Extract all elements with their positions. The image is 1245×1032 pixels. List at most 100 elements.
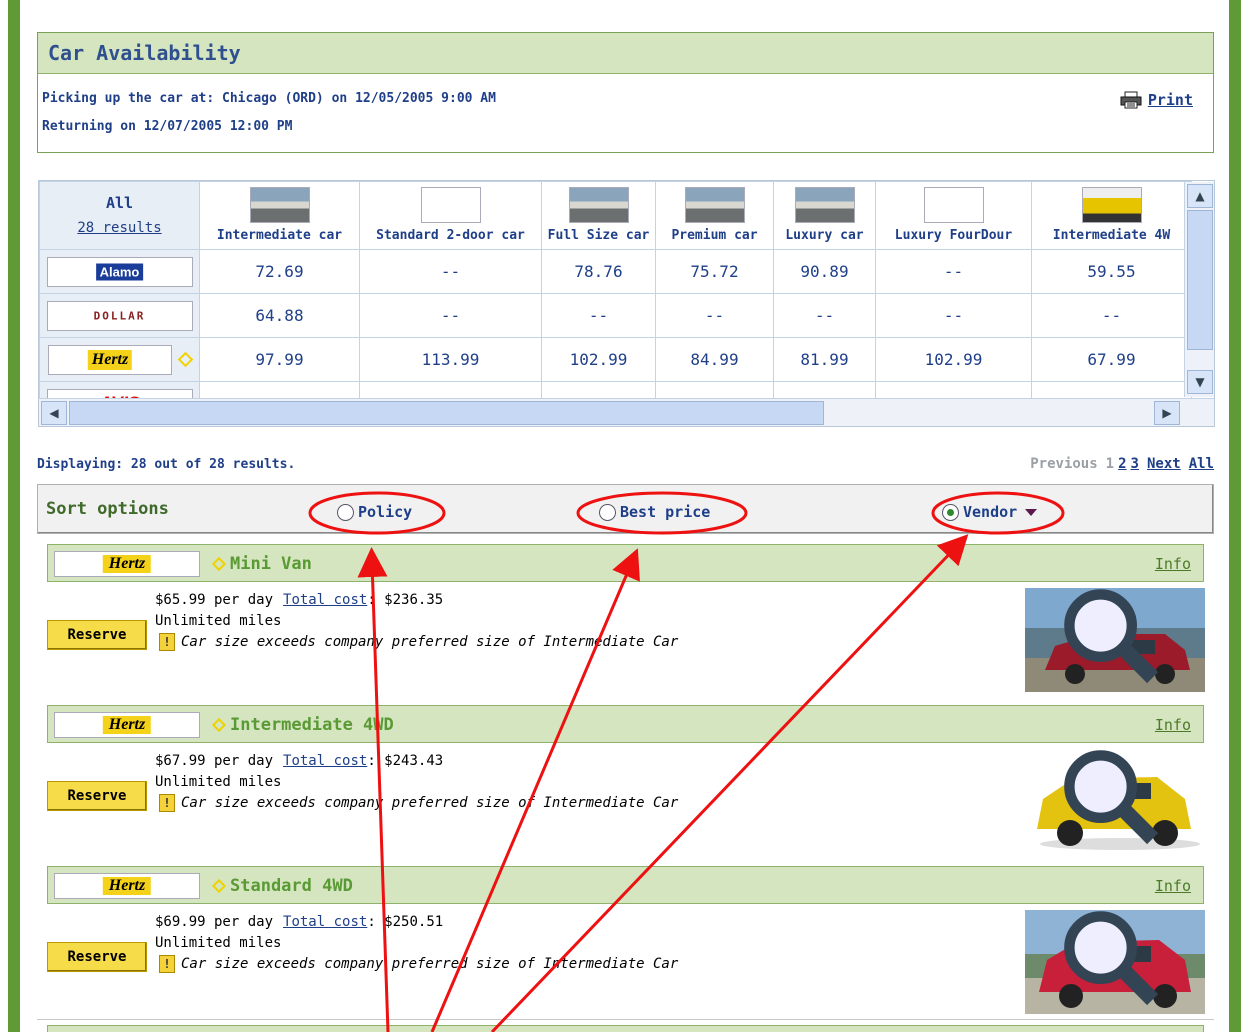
zoom-icon[interactable] (1025, 588, 1201, 688)
sort-vendor-option[interactable]: Vendor (942, 503, 1038, 521)
sort-best-price-option[interactable]: Best price (599, 503, 710, 521)
car-class-name: Intermediate 4WD (211, 715, 394, 735)
total-cost-link[interactable]: Total cost (283, 753, 367, 769)
print-label: Print (1147, 91, 1193, 109)
price-cell: -- (875, 293, 1032, 338)
return-info: Returning on 12/07/2005 12:00 PM (42, 119, 293, 134)
price-cell[interactable]: 97.99 (199, 337, 360, 382)
radio-icon[interactable] (337, 503, 354, 521)
price-cell: -- (359, 293, 542, 338)
car-class-label: Mini Van (230, 554, 312, 574)
radio-icon[interactable] (599, 503, 616, 521)
price-cell[interactable]: 78.76 (541, 249, 656, 294)
next-link[interactable]: Next (1147, 456, 1181, 472)
caret-down-icon[interactable] (1025, 508, 1038, 516)
price-line: $69.99 per day Total cost: $250.51 (155, 914, 443, 930)
all-results-cell[interactable]: All 28 results (39, 181, 200, 250)
column-header[interactable]: Intermediate car (199, 181, 360, 250)
mileage-text: Unlimited miles (155, 774, 282, 790)
scroll-right-arrow-icon[interactable]: ▶ (1154, 401, 1180, 425)
column-label: Luxury FourDour (894, 228, 1013, 243)
price-cell[interactable]: 102.99 (875, 337, 1032, 382)
vertical-scrollbar[interactable]: ▲ ▼ (1184, 182, 1214, 397)
price-cell[interactable]: 84.99 (655, 337, 774, 382)
scroll-down-arrow-icon[interactable]: ▼ (1187, 370, 1213, 394)
price-cell[interactable]: 67.99 (1031, 337, 1192, 382)
vendor-logo-cell[interactable]: Alamo (39, 249, 200, 294)
price-cell: -- (1031, 293, 1192, 338)
warning-text: Car size exceeds company preferred size … (181, 634, 679, 650)
all-label: All (105, 194, 134, 212)
reserve-button[interactable]: Reserve (47, 942, 147, 972)
sort-policy-option[interactable]: Policy (337, 503, 412, 521)
price-matrix: All 28 results Intermediate car Standard… (39, 181, 1192, 426)
policy-warning: ! Car size exceeds company preferred size… (159, 794, 678, 812)
car-photo[interactable] (1025, 910, 1205, 1014)
car-thumbnail (684, 187, 745, 223)
vertical-scroll-thumb[interactable] (1187, 210, 1213, 350)
price-cell[interactable]: 81.99 (773, 337, 876, 382)
radio-icon[interactable] (942, 503, 959, 521)
all-results-link[interactable]: 28 results (40, 220, 199, 236)
car-photo[interactable] (1025, 588, 1205, 692)
card-header: Hertz Standard 4WD Info (47, 866, 1204, 904)
next-card-header-partial (47, 1025, 1204, 1032)
vendor-logo-text: Alamo (95, 263, 144, 280)
option-label: Policy (358, 503, 413, 521)
price-cell[interactable]: 90.89 (773, 249, 876, 294)
column-label: Intermediate 4W (1052, 228, 1171, 243)
previous-link: Previous (1030, 456, 1098, 472)
price-cell[interactable]: 113.99 (359, 337, 542, 382)
car-thumbnail (1081, 187, 1142, 223)
vendor-class-grid: All 28 results Intermediate car Standard… (38, 180, 1215, 427)
price-cell[interactable]: 59.55 (1031, 249, 1192, 294)
zoom-icon[interactable] (1025, 910, 1201, 1010)
total-cost-link[interactable]: Total cost (283, 914, 367, 930)
column-header[interactable]: Intermediate 4W (1031, 181, 1192, 250)
horizontal-scrollbar[interactable]: ◀ ▶ (39, 398, 1214, 426)
price-cell[interactable]: 75.72 (655, 249, 774, 294)
vendor-logo: Hertz (54, 712, 200, 738)
reserve-button[interactable]: Reserve (47, 781, 147, 811)
column-header[interactable]: Premium car (655, 181, 774, 250)
warning-text: Car size exceeds company preferred size … (181, 956, 679, 972)
sort-options-bar: Sort options Policy Best price Vendor (37, 484, 1214, 534)
price-cell[interactable]: 102.99 (541, 337, 656, 382)
card-header: Hertz Intermediate 4WD Info (47, 705, 1204, 743)
info-link[interactable]: Info (1155, 877, 1191, 895)
page-numbers: 1 2 3 (1106, 456, 1139, 472)
scroll-left-arrow-icon[interactable]: ◀ (41, 401, 67, 425)
car-class-label: Standard 4WD (230, 876, 353, 896)
vendor-logo: Hertz (54, 551, 200, 577)
column-header[interactable]: Luxury car (773, 181, 876, 250)
all-link[interactable]: All (1189, 456, 1214, 472)
price-cell: -- (359, 249, 542, 294)
reserve-button[interactable]: Reserve (47, 620, 147, 650)
scroll-up-arrow-icon[interactable]: ▲ (1187, 184, 1213, 208)
price-per-day: $69.99 per day (155, 914, 274, 930)
price-cell[interactable]: 64.88 (199, 293, 360, 338)
column-header[interactable]: Standard 2-door car (359, 181, 542, 250)
vendor-row-alamo: Alamo 72.69 -- 78.76 75.72 90.89 -- 59.5… (39, 249, 1192, 294)
info-link[interactable]: Info (1155, 716, 1191, 734)
page-3-link[interactable]: 3 (1131, 456, 1139, 472)
page-2-link[interactable]: 2 (1118, 456, 1126, 472)
info-link[interactable]: Info (1155, 555, 1191, 573)
total-cost-link[interactable]: Total cost (283, 592, 367, 608)
column-header[interactable]: Luxury FourDour (875, 181, 1032, 250)
availability-panel: Car Availability Picking up the car at: … (37, 32, 1214, 153)
zoom-icon[interactable] (1025, 749, 1201, 849)
printer-icon (1120, 91, 1142, 109)
column-header[interactable]: Full Size car (541, 181, 656, 250)
car-photo[interactable] (1025, 749, 1205, 853)
vendor-logo-cell[interactable]: Hertz (39, 337, 200, 382)
horizontal-scroll-thumb[interactable] (69, 401, 824, 425)
total-cost-value: : $250.51 (367, 914, 444, 930)
print-link[interactable]: Print (1120, 91, 1193, 109)
price-cell: -- (655, 293, 774, 338)
vendor-logo-cell[interactable]: DOLLAR (39, 293, 200, 338)
total-cost-value: : $243.43 (367, 753, 444, 769)
right-border (1224, 0, 1245, 1032)
price-cell: -- (541, 293, 656, 338)
price-cell[interactable]: 72.69 (199, 249, 360, 294)
